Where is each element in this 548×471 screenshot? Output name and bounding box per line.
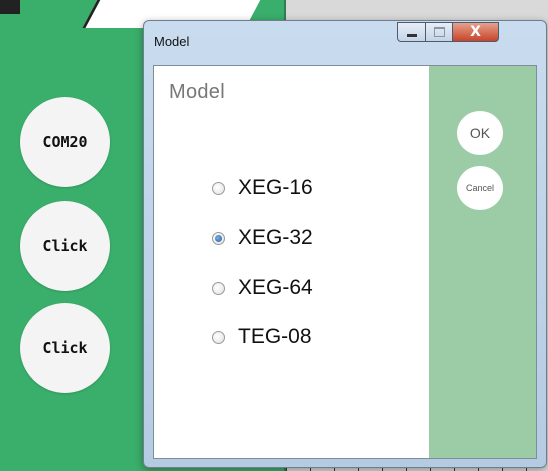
model-dialog: Model X Model XEG-16 XEG-32 XEG-64 TEG-0… (143, 20, 547, 468)
cancel-button[interactable]: Cancel (457, 166, 503, 210)
radio-button[interactable] (212, 330, 225, 344)
option-xeg-64[interactable]: XEG-64 (212, 276, 313, 300)
minimize-button[interactable] (397, 22, 426, 42)
radio-button-selected[interactable] (212, 231, 225, 245)
close-button[interactable]: X (453, 22, 499, 42)
option-label: XEG-64 (238, 276, 313, 299)
option-label: XEG-32 (238, 226, 313, 249)
radio-button[interactable] (212, 181, 225, 195)
close-icon: X (470, 24, 481, 40)
maximize-button[interactable] (426, 22, 453, 42)
dialog-titlebar[interactable]: Model X (144, 21, 546, 65)
click-button-2[interactable]: Click (20, 303, 110, 393)
dialog-content: Model XEG-16 XEG-32 XEG-64 TEG-08 OK Can… (153, 65, 537, 459)
model-heading: Model (169, 81, 225, 103)
minimize-icon (406, 33, 417, 37)
background-corner-mark (0, 0, 20, 14)
maximize-icon (433, 27, 445, 37)
dialog-title: Model (154, 34, 190, 49)
option-teg-08[interactable]: TEG-08 (212, 325, 312, 349)
ok-button[interactable]: OK (457, 111, 503, 155)
click-button-1[interactable]: Click (20, 201, 110, 291)
window-caption-buttons: X (397, 22, 499, 42)
option-xeg-32[interactable]: XEG-32 (212, 226, 313, 250)
com-port-button[interactable]: COM20 (20, 97, 110, 187)
radio-button[interactable] (212, 281, 225, 295)
option-label: TEG-08 (238, 325, 312, 348)
option-label: XEG-16 (238, 176, 313, 199)
option-xeg-16[interactable]: XEG-16 (212, 176, 313, 200)
